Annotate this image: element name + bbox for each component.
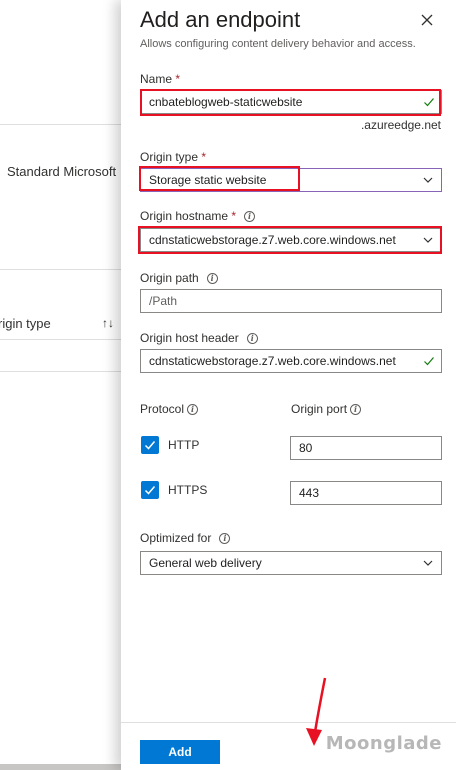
name-label: Name * bbox=[140, 72, 181, 86]
origin-hostname-label: Origin hostname * i bbox=[140, 209, 256, 223]
sort-icon[interactable]: ↑↓ bbox=[102, 316, 114, 330]
add-endpoint-panel: Add an endpoint Allows configuring conte… bbox=[121, 0, 456, 770]
http-port-input[interactable]: 80 bbox=[290, 436, 442, 460]
info-icon[interactable]: i bbox=[246, 333, 258, 344]
http-checkbox[interactable] bbox=[141, 436, 159, 454]
panel-subtitle: Allows configuring content delivery beha… bbox=[140, 38, 416, 50]
divider bbox=[0, 371, 121, 372]
horizontal-scrollbar[interactable] bbox=[0, 764, 121, 770]
https-port-input[interactable]: 443 bbox=[290, 481, 442, 505]
panel-title: Add an endpoint bbox=[140, 7, 301, 32]
info-icon[interactable]: i bbox=[206, 273, 218, 284]
chevron-down-icon bbox=[423, 177, 433, 183]
origin-path-label: Origin path i bbox=[140, 271, 218, 285]
checkmark-icon bbox=[144, 441, 156, 450]
divider bbox=[0, 339, 121, 340]
add-button[interactable]: Add bbox=[140, 740, 220, 764]
info-icon[interactable]: i bbox=[187, 404, 199, 415]
info-icon[interactable]: i bbox=[244, 211, 256, 222]
domain-suffix: .azureedge.net bbox=[360, 118, 441, 132]
info-icon[interactable]: i bbox=[350, 404, 362, 415]
watermark: Moonglade bbox=[325, 733, 442, 754]
background-page: Standard Microsoft rigin type ↑↓ bbox=[0, 0, 121, 770]
origin-host-header-label: Origin host header i bbox=[140, 331, 258, 345]
origin-type-select[interactable]: Storage static website bbox=[140, 168, 442, 192]
divider bbox=[0, 269, 121, 270]
origin-hostname-select[interactable]: cdnstaticwebstorage.z7.web.core.windows.… bbox=[140, 228, 442, 252]
name-input[interactable]: cnbateblogweb-staticwebsite bbox=[140, 90, 442, 114]
valid-check-icon bbox=[424, 98, 434, 107]
footer-divider bbox=[121, 722, 456, 723]
info-icon[interactable]: i bbox=[219, 533, 231, 544]
chevron-down-icon bbox=[423, 237, 433, 243]
http-checkbox-label[interactable]: HTTP bbox=[168, 438, 199, 452]
checkmark-icon bbox=[144, 486, 156, 495]
close-icon[interactable] bbox=[419, 12, 435, 28]
chevron-down-icon bbox=[423, 560, 433, 566]
resource-tier-text: Standard Microsoft bbox=[7, 164, 117, 179]
valid-check-icon bbox=[424, 357, 434, 366]
https-checkbox[interactable] bbox=[141, 481, 159, 499]
optimized-for-label: Optimized for i bbox=[140, 531, 231, 545]
https-checkbox-label[interactable]: HTTPS bbox=[168, 483, 207, 497]
origin-type-label: Origin type * bbox=[140, 150, 207, 164]
origin-path-input[interactable]: /Path bbox=[140, 289, 442, 313]
column-header-origin-type[interactable]: rigin type bbox=[0, 316, 51, 331]
optimized-for-select[interactable]: General web delivery bbox=[140, 551, 442, 575]
divider bbox=[0, 124, 121, 125]
origin-port-label: Origin port i bbox=[291, 402, 362, 416]
protocol-label: Protocol i bbox=[140, 402, 199, 416]
origin-host-header-input[interactable]: cdnstaticwebstorage.z7.web.core.windows.… bbox=[140, 349, 442, 373]
